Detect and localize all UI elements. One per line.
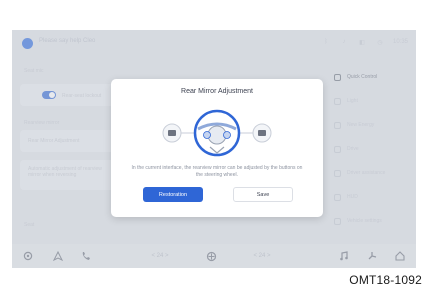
rear-mirror-dialog: Rear Mirror Adjustment In the current in… <box>111 79 323 217</box>
left-mirror-icon <box>162 123 182 143</box>
dialog-title: Rear Mirror Adjustment <box>181 88 253 95</box>
save-button[interactable]: Save <box>233 187 293 202</box>
figure-code: OMT18-1092 <box>349 273 422 287</box>
infotainment-screen: Please say help Cleo ᛒ ♪ ◧ ◷ 10:35 Seat … <box>12 30 416 268</box>
steering-wheel-illustration <box>162 109 272 157</box>
dialog-message: In the current interface, the rearview m… <box>131 165 303 178</box>
restoration-button[interactable]: Restoration <box>143 187 203 202</box>
right-mirror-icon <box>252 123 272 143</box>
manual-figure: Please say help Cleo ᛒ ♪ ◧ ◷ 10:35 Seat … <box>0 0 428 292</box>
steering-wheel-icon <box>193 109 241 157</box>
